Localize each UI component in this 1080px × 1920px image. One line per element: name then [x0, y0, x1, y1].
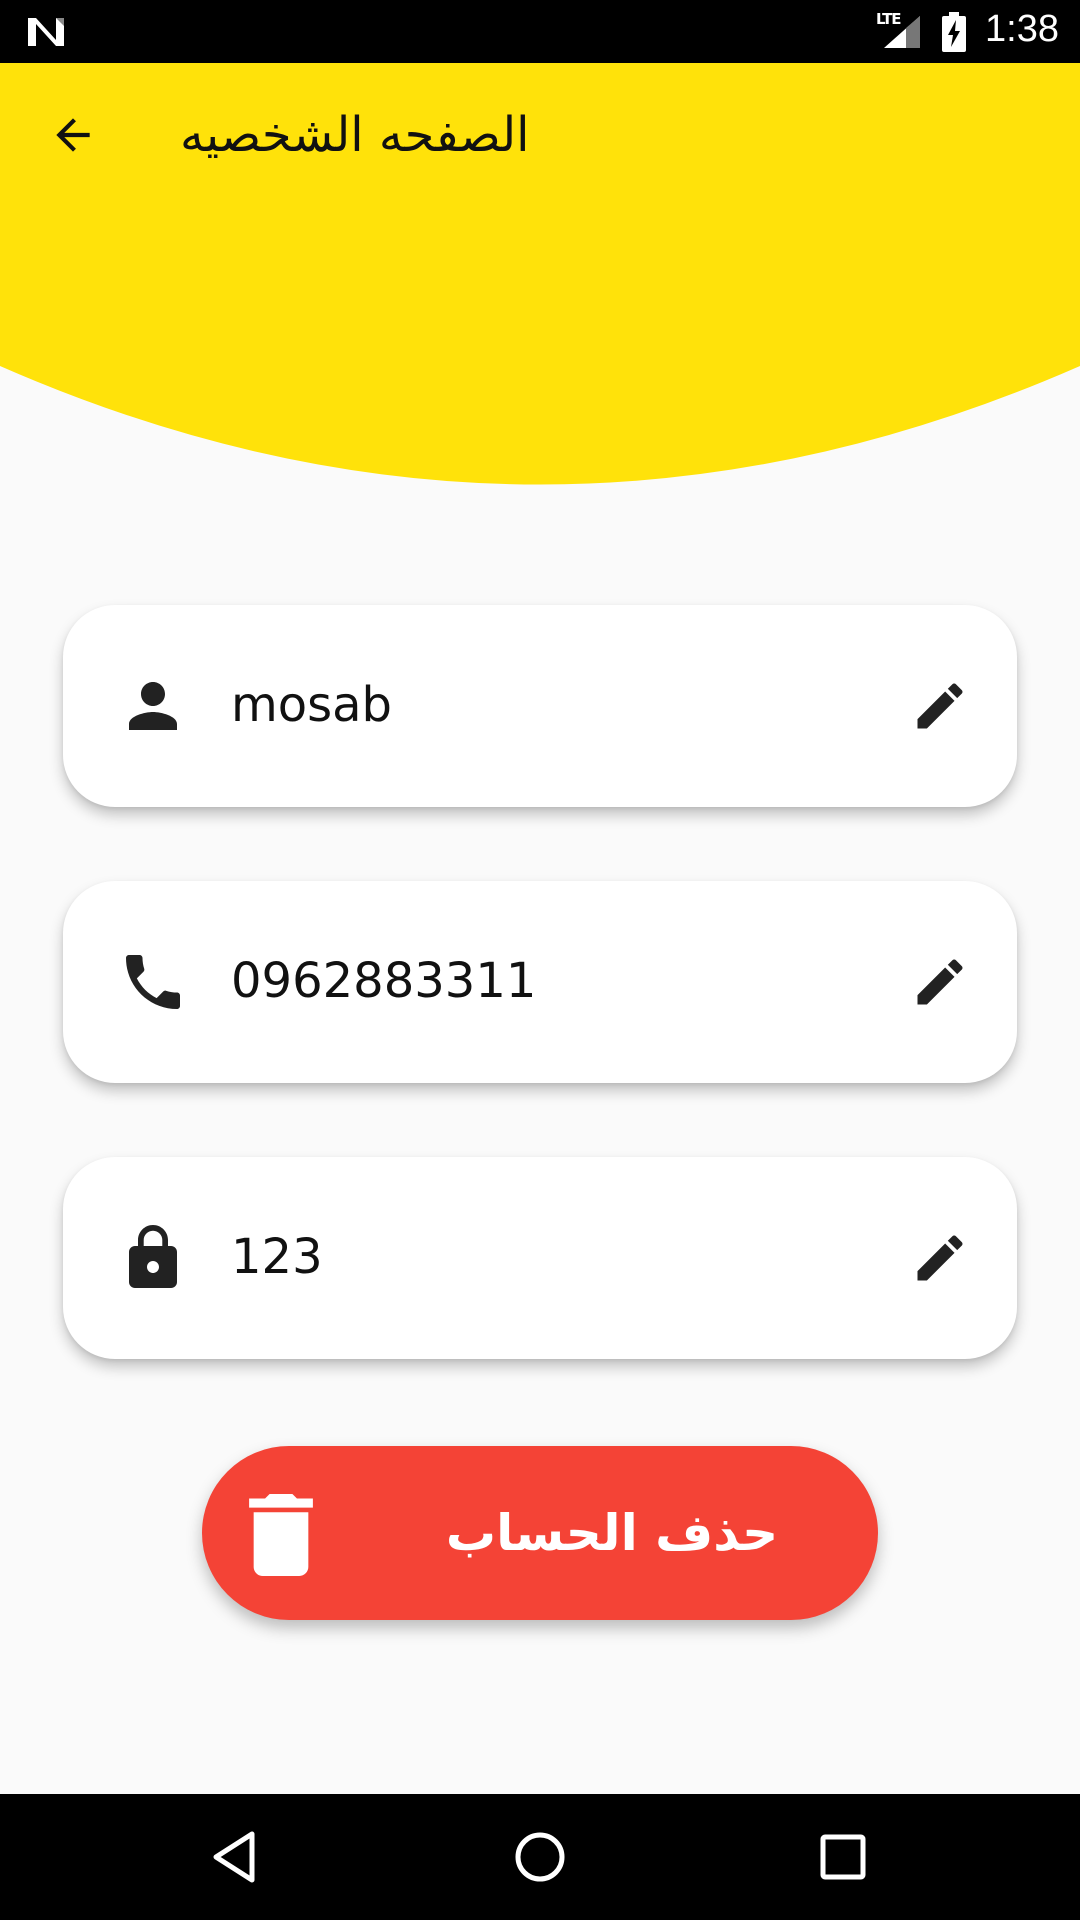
status-bar: LTE 1:38 [0, 0, 1080, 63]
page-title: الصفحه الشخصيه [180, 107, 530, 163]
trash-icon [249, 1494, 313, 1576]
pencil-icon [917, 683, 963, 729]
pencil-icon [917, 959, 963, 1005]
password-value: 123 [231, 1229, 323, 1285]
recents-square-icon[interactable] [808, 1822, 878, 1892]
arrow-left-icon [56, 118, 90, 152]
notification-n-icon [28, 18, 64, 46]
phone-icon [126, 955, 180, 1009]
name-card: mosab [63, 605, 1017, 807]
pencil-icon [917, 1235, 963, 1281]
home-circle-icon[interactable] [505, 1822, 575, 1892]
back-button[interactable] [38, 100, 108, 170]
phone-value: 0962883311 [231, 953, 537, 1009]
status-time: 1:38 [985, 8, 1059, 50]
person-icon [129, 682, 177, 730]
battery-charging-icon [942, 12, 966, 52]
delete-account-button[interactable]: حذف الحساب [202, 1446, 878, 1620]
signal-icon [884, 16, 920, 48]
edit-password-button[interactable] [897, 1215, 983, 1301]
password-card: 123 [63, 1157, 1017, 1359]
edit-phone-button[interactable] [897, 939, 983, 1025]
back-triangle-icon[interactable] [202, 1822, 272, 1892]
name-value: mosab [231, 677, 393, 733]
delete-account-label: حذف الحساب [445, 1504, 779, 1562]
phone-card: 0962883311 [63, 881, 1017, 1083]
lock-icon [129, 1225, 177, 1288]
edit-name-button[interactable] [897, 663, 983, 749]
system-nav-bar [0, 1794, 1080, 1920]
